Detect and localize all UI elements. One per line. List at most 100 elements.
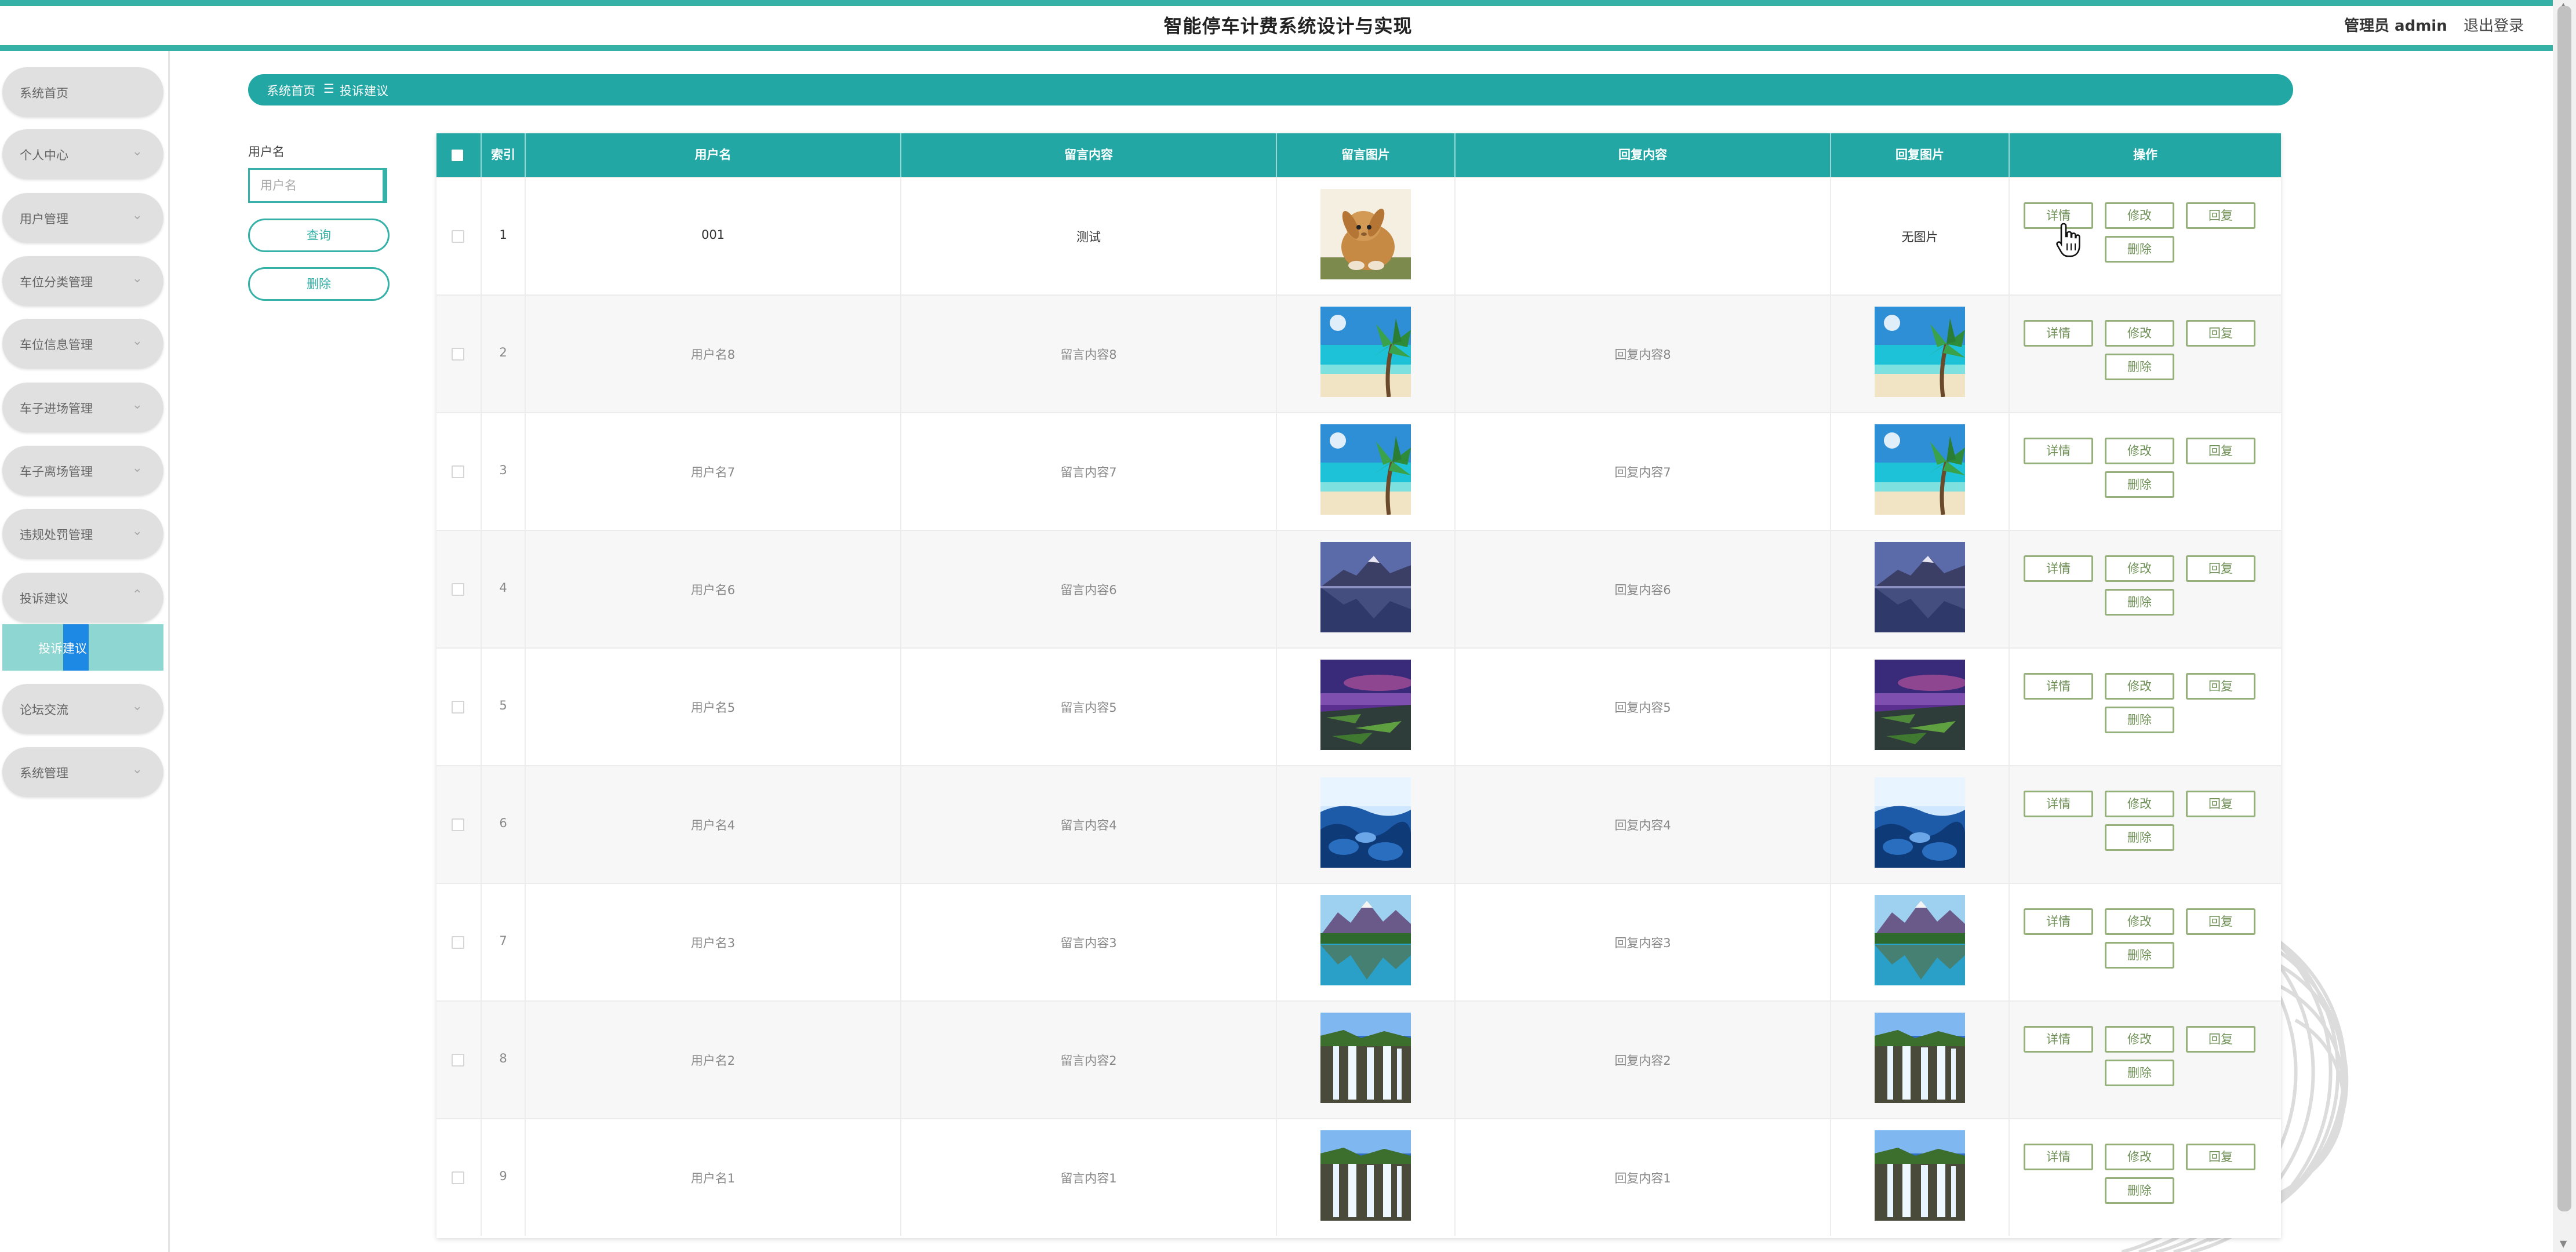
sidebar-item-personal-center[interactable]: 个人中心 ⌄ bbox=[2, 129, 163, 179]
edit-button[interactable]: 修改 bbox=[2105, 555, 2174, 582]
row-checkbox[interactable] bbox=[452, 230, 464, 243]
chevron-up-icon: ⌃ bbox=[132, 588, 143, 602]
message-image[interactable] bbox=[1320, 660, 1411, 750]
table-row: 6 用户名4 留言内容4 回复内容4 详情 修改 回复 删除 bbox=[436, 765, 2281, 883]
reply-image[interactable] bbox=[1875, 542, 1965, 632]
message-cell: 测试 bbox=[901, 178, 1277, 294]
sidebar-item-home[interactable]: 系统首页 bbox=[2, 67, 163, 117]
delete-button[interactable]: 删除 bbox=[2105, 236, 2174, 263]
reply-button[interactable]: 回复 bbox=[2186, 908, 2255, 935]
edit-button[interactable]: 修改 bbox=[2105, 673, 2174, 700]
breadcrumb-current: 投诉建议 bbox=[340, 84, 388, 98]
edit-button[interactable]: 修改 bbox=[2105, 908, 2174, 935]
message-image[interactable] bbox=[1320, 777, 1411, 868]
sidebar-item-forum[interactable]: 论坛交流 ⌄ bbox=[2, 684, 163, 734]
reply-button[interactable]: 回复 bbox=[2186, 1144, 2255, 1170]
delete-button[interactable]: 删除 bbox=[2105, 707, 2174, 733]
reply-button[interactable]: 回复 bbox=[2186, 673, 2255, 700]
row-checkbox[interactable] bbox=[452, 348, 464, 361]
row-checkbox[interactable] bbox=[452, 701, 464, 714]
edit-button[interactable]: 修改 bbox=[2105, 202, 2174, 229]
edit-button[interactable]: 修改 bbox=[2105, 791, 2174, 817]
message-image[interactable] bbox=[1320, 307, 1411, 397]
username-cell: 用户名4 bbox=[526, 766, 901, 883]
sidebar-item-car-entry[interactable]: 车子进场管理 ⌄ bbox=[2, 383, 163, 432]
reply-cell: 回复内容7 bbox=[1456, 413, 1831, 530]
reply-image[interactable] bbox=[1875, 660, 1965, 750]
message-image[interactable] bbox=[1320, 1013, 1411, 1103]
reply-button[interactable]: 回复 bbox=[2186, 555, 2255, 582]
message-cell: 留言内容6 bbox=[901, 531, 1277, 647]
reply-button[interactable]: 回复 bbox=[2186, 202, 2255, 229]
edit-button[interactable]: 修改 bbox=[2105, 1144, 2174, 1170]
reply-image[interactable] bbox=[1875, 777, 1965, 868]
row-checkbox[interactable] bbox=[452, 1171, 464, 1184]
detail-button[interactable]: 详情 bbox=[2024, 320, 2093, 347]
detail-button[interactable]: 详情 bbox=[2024, 1144, 2093, 1170]
reply-button[interactable]: 回复 bbox=[2186, 438, 2255, 464]
reply-image-cell bbox=[1831, 296, 2010, 412]
delete-button[interactable]: 删除 bbox=[2105, 824, 2174, 851]
scrollbar-thumb[interactable] bbox=[2557, 6, 2571, 1211]
reply-image-cell bbox=[1831, 649, 2010, 765]
reply-image[interactable] bbox=[1875, 1013, 1965, 1103]
reply-button[interactable]: 回复 bbox=[2186, 791, 2255, 817]
sidebar-item-user-management[interactable]: 用户管理 ⌄ bbox=[2, 193, 163, 243]
delete-button[interactable]: 删除 bbox=[2105, 1060, 2174, 1086]
message-image[interactable] bbox=[1320, 189, 1411, 279]
edit-button[interactable]: 修改 bbox=[2105, 1026, 2174, 1053]
row-checkbox[interactable] bbox=[452, 1054, 464, 1067]
sidebar-item-complaints[interactable]: 投诉建议 ⌃ bbox=[2, 573, 163, 623]
detail-button[interactable]: 详情 bbox=[2024, 791, 2093, 817]
username-text: 用户名7 bbox=[690, 465, 736, 479]
scroll-down-icon[interactable]: ▼ bbox=[2560, 1238, 2567, 1249]
edit-button[interactable]: 修改 bbox=[2105, 320, 2174, 347]
reply-button[interactable]: 回复 bbox=[2186, 1026, 2255, 1053]
reply-image[interactable] bbox=[1875, 307, 1965, 397]
header-select-all[interactable] bbox=[436, 133, 482, 177]
select-all-checkbox[interactable] bbox=[452, 150, 463, 161]
reply-image[interactable] bbox=[1875, 424, 1965, 515]
row-checkbox[interactable] bbox=[452, 818, 464, 831]
delete-button[interactable]: 删除 bbox=[2105, 942, 2174, 969]
detail-button[interactable]: 详情 bbox=[2024, 555, 2093, 582]
message-image[interactable] bbox=[1320, 542, 1411, 632]
reply-image[interactable] bbox=[1875, 1130, 1965, 1221]
reply-image-cell bbox=[1831, 531, 2010, 647]
detail-button[interactable]: 详情 bbox=[2024, 438, 2093, 464]
chevron-down-icon: ⌄ bbox=[132, 208, 143, 223]
batch-delete-button[interactable]: 删除 bbox=[248, 267, 390, 301]
page-scrollbar[interactable]: ▲ ▼ bbox=[2553, 0, 2576, 1252]
detail-button[interactable]: 详情 bbox=[2024, 673, 2093, 700]
edit-button[interactable]: 修改 bbox=[2105, 438, 2174, 464]
sidebar-item-car-exit[interactable]: 车子离场管理 ⌄ bbox=[2, 446, 163, 496]
breadcrumb-home[interactable]: 系统首页 bbox=[267, 82, 315, 99]
query-button[interactable]: 查询 bbox=[248, 219, 390, 252]
row-checkbox[interactable] bbox=[452, 936, 464, 949]
sidebar-subitem-complaints[interactable]: 投诉建议 bbox=[2, 624, 163, 671]
message-image[interactable] bbox=[1320, 424, 1411, 515]
detail-button[interactable]: 详情 bbox=[2024, 1026, 2093, 1053]
sidebar-item-space-info[interactable]: 车位信息管理 ⌄ bbox=[2, 319, 163, 369]
message-cell: 留言内容4 bbox=[901, 766, 1277, 883]
delete-button[interactable]: 删除 bbox=[2105, 589, 2174, 616]
reply-cell: 回复内容1 bbox=[1456, 1119, 1831, 1236]
reply-image[interactable] bbox=[1875, 895, 1965, 985]
sidebar-item-system[interactable]: 系统管理 ⌄ bbox=[2, 747, 163, 797]
row-checkbox[interactable] bbox=[452, 465, 464, 478]
message-image[interactable] bbox=[1320, 895, 1411, 985]
sidebar-item-violation[interactable]: 违规处罚管理 ⌄ bbox=[2, 509, 163, 559]
delete-button[interactable]: 删除 bbox=[2105, 471, 2174, 498]
delete-button[interactable]: 删除 bbox=[2105, 354, 2174, 380]
delete-button[interactable]: 删除 bbox=[2105, 1177, 2174, 1204]
row-checkbox[interactable] bbox=[452, 583, 464, 596]
row-select-cell bbox=[436, 296, 482, 412]
username-search-input[interactable] bbox=[248, 168, 387, 203]
message-cell: 留言内容3 bbox=[901, 884, 1277, 1000]
reply-button[interactable]: 回复 bbox=[2186, 320, 2255, 347]
sidebar-item-space-category[interactable]: 车位分类管理 ⌄ bbox=[2, 256, 163, 306]
message-image[interactable] bbox=[1320, 1130, 1411, 1221]
logout-link[interactable]: 退出登录 bbox=[2464, 14, 2524, 35]
username-cell: 用户名2 bbox=[526, 1002, 901, 1118]
detail-button[interactable]: 详情 bbox=[2024, 908, 2093, 935]
